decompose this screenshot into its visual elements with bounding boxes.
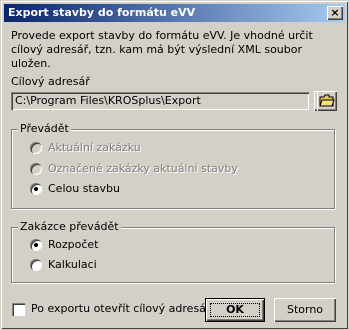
radio-current-order[interactable] <box>30 142 42 154</box>
radio-marked-orders-label: Označené zakázky aktuální stavby <box>48 162 238 175</box>
radio-calculation-label: Kalkulaci <box>48 258 97 271</box>
orders-groupbox <box>11 227 335 283</box>
title-bar: Export stavby do formátu eVV × <box>4 4 345 22</box>
ok-button[interactable]: OK <box>205 298 265 322</box>
open-folder-button[interactable] <box>317 91 337 111</box>
cancel-button-label: Storno <box>286 303 324 316</box>
transfer-group-title: Převádět <box>18 122 71 136</box>
folder-icon <box>319 94 335 107</box>
window-title: Export stavby do formátu eVV <box>8 6 196 19</box>
export-dialog: Export stavby do formátu eVV × Provede e… <box>0 0 349 330</box>
orders-group-title: Zakázce převádět <box>18 220 121 234</box>
radio-marked-orders[interactable] <box>30 163 42 175</box>
radio-current-order-label: Aktuální zakázku <box>48 141 141 154</box>
radio-whole-building-label: Celou stavbu <box>48 182 120 195</box>
radio-budget[interactable] <box>30 239 42 251</box>
cancel-button[interactable]: Storno <box>274 298 336 322</box>
radio-budget-label: Rozpočet <box>48 238 99 251</box>
open-after-export-label: Po exportu otevřít cílový adresář <box>31 302 211 315</box>
target-folder-label: Cílový adresář <box>11 75 90 88</box>
radio-calculation[interactable] <box>30 259 42 271</box>
description-text: Provede export stavby do formátu eVV. Je… <box>11 29 313 70</box>
target-folder-input[interactable]: C:\Program Files\KROSplus\Export <box>11 92 309 110</box>
close-button[interactable]: × <box>327 6 343 20</box>
close-icon: × <box>330 6 340 19</box>
radio-whole-building[interactable] <box>30 183 42 195</box>
open-after-export-checkbox[interactable] <box>12 303 25 316</box>
